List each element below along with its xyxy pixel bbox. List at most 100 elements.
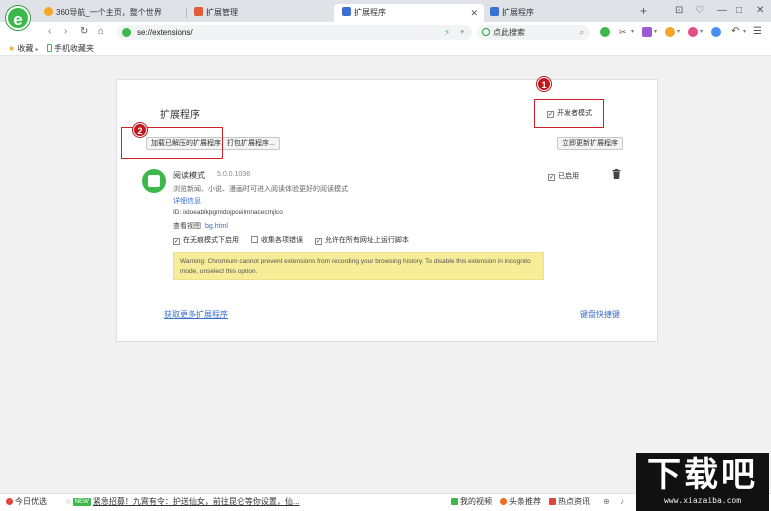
headlines-label: 头条推荐 [509, 497, 541, 506]
chevron-down-icon[interactable]: ▾ [631, 28, 634, 35]
collect-errors-checkbox[interactable] [250, 236, 258, 243]
tab-label: 扩展程序 [354, 8, 386, 17]
bookmark-mobile[interactable]: 手机收藏夹 [47, 42, 94, 56]
tab-extension-manager[interactable]: 扩展管理 [194, 4, 324, 22]
close-tab-icon[interactable]: ✕ [470, 4, 478, 22]
safety-icon[interactable] [600, 27, 610, 37]
heart-icon [6, 498, 13, 505]
minimize-icon[interactable]: — [717, 4, 727, 18]
gift-icon[interactable] [665, 27, 675, 37]
phone-icon [47, 44, 52, 52]
news-ticker[interactable]: ○ NEW 紧急招募！九霄有令：护送仙女，前往昆仑等你设置，仙... [66, 494, 300, 510]
extension-version: 5.0.0.1036 [217, 171, 251, 178]
hot-news[interactable]: 热点资讯 [549, 494, 590, 510]
puzzle-icon [490, 7, 499, 16]
option-label: 允许在所有网址上运行脚本 [324, 237, 409, 244]
home-icon[interactable]: ⌂ [98, 25, 104, 39]
search-box[interactable]: 点此搜索 ⌕ [477, 25, 590, 40]
game-icon[interactable] [688, 27, 698, 37]
annotation-marker-1: 1 [537, 77, 551, 91]
close-window-icon[interactable]: ✕ [756, 4, 764, 18]
today-picks[interactable]: 今日优选 [6, 494, 47, 510]
today-picks-label: 今日优选 [15, 497, 47, 506]
puzzle-icon [342, 7, 351, 16]
keyboard-shortcuts-link[interactable]: 键盘快捷键 [580, 309, 620, 320]
translate-icon[interactable] [711, 27, 721, 37]
back-icon[interactable]: ‹ [48, 25, 51, 39]
grid-icon [194, 7, 203, 16]
get-more-extensions-link[interactable]: 获取更多扩展程序 [164, 309, 228, 320]
extension-id: ID: iidoeablkpgmldojpceilmnacecmjlco [173, 209, 283, 216]
speaker-icon[interactable]: ♪ [620, 494, 624, 510]
maximize-icon[interactable]: □ [736, 4, 742, 18]
chevron-down-icon[interactable]: ▾ [460, 25, 464, 40]
chevron-down-icon[interactable]: ▾ [654, 28, 657, 35]
tab-strip: e 360导航_一个主页，整个世界 扩展管理 扩展程序 ✕ 扩展程序 + ⊡ ♡… [0, 0, 771, 30]
update-extensions-button[interactable]: 立即更新扩展程序 [557, 137, 623, 150]
news-text: 紧急招募！九霄有令：护送仙女，前往昆仑等你设置，仙... [92, 497, 300, 506]
option-collect-errors[interactable]: 收集各项错误 [250, 235, 303, 245]
chevron-down-icon[interactable]: ▾ [700, 28, 703, 35]
extension-views: 查看视图 bg.html [173, 221, 228, 231]
tab-360-nav[interactable]: 360导航_一个主页，整个世界 [44, 4, 178, 22]
navigation-bar: ‹ › ↻ ⌂ se://extensions/ ⚡ ▾ 点此搜索 ⌕ ✂ ▾ … [0, 22, 771, 42]
tab-label: 360导航_一个主页，整个世界 [56, 8, 162, 17]
views-link[interactable]: bg.html [205, 223, 228, 230]
extension-options: 在无痕模式下启用 收集各项错误 允许在所有网址上运行脚本 [173, 235, 419, 245]
my-video[interactable]: 我的视频 [451, 494, 492, 510]
menu-icon[interactable]: ☰ [753, 27, 763, 37]
bookmark-favorites[interactable]: ★ 收藏 ▸ [8, 42, 39, 57]
trash-icon[interactable] [612, 169, 621, 179]
tab-extensions[interactable]: 扩展程序 [490, 4, 620, 22]
annotation-box-1 [534, 99, 604, 128]
bookmark-label: 收藏 [17, 44, 34, 53]
chevron-down-icon[interactable]: ▾ [743, 28, 746, 35]
tab-extensions-active[interactable]: 扩展程序 ✕ [334, 4, 484, 22]
pack-extension-button[interactable]: 打包扩展程序... [222, 137, 280, 150]
search-engine-icon [482, 28, 490, 36]
extension-details-link[interactable]: 详细信息 [173, 196, 201, 206]
undo-icon[interactable]: ↶ [731, 27, 741, 37]
option-all-urls[interactable]: 允许在所有网址上运行脚本 [314, 235, 409, 245]
watermark-title: 下载吧 [647, 455, 758, 495]
address-url[interactable]: se://extensions/ [137, 25, 193, 40]
extension-icon [142, 169, 166, 193]
tab-360-icon [44, 7, 53, 16]
chevron-down-icon[interactable]: ▾ [677, 28, 680, 35]
browser-logo-icon[interactable]: e [6, 6, 30, 30]
refresh-icon[interactable]: ↻ [80, 25, 88, 39]
page-title: 扩展程序 [160, 110, 200, 121]
extensions-card: 扩展程序 开发者模式 加载已解压的扩展程序... 打包扩展程序... 立即更新扩… [116, 77, 658, 342]
watermark-url: www.xiazaiba.com [663, 496, 742, 505]
search-icon[interactable]: ⌕ [580, 25, 584, 40]
headline-recommend[interactable]: 头条推荐 [500, 494, 541, 510]
option-incognito[interactable]: 在无痕模式下启用 [173, 235, 239, 245]
skin-icon[interactable]: ♡ [695, 4, 704, 18]
address-bar[interactable]: se://extensions/ ⚡ ▾ [117, 25, 472, 40]
extension-name: 阅读模式 [173, 171, 205, 180]
video-icon [451, 498, 458, 505]
tab-label: 扩展程序 [502, 8, 534, 17]
news-icon [549, 498, 556, 505]
new-tab-button[interactable]: + [640, 4, 647, 18]
annotation-marker-2: 2 [133, 123, 147, 137]
incognito-warning: Warning: Chromium cannot prevent extensi… [173, 252, 544, 280]
app-icon[interactable] [642, 27, 652, 37]
enabled-checkbox[interactable] [548, 174, 555, 181]
search-placeholder[interactable]: 点此搜索 [493, 25, 525, 40]
security-shield-icon [122, 28, 131, 37]
hot-news-label: 热点资讯 [558, 497, 590, 506]
star-icon: ★ [8, 44, 16, 53]
views-label: 查看视图 [173, 223, 201, 230]
watermark-logo: 下载吧 www.xiazaiba.com [636, 453, 769, 511]
settings-icon[interactable]: ⊕ [603, 494, 610, 510]
forward-icon[interactable]: › [64, 25, 67, 39]
bookmarks-bar: ★ 收藏 ▸ 手机收藏夹 [0, 42, 771, 56]
incognito-checkbox[interactable] [173, 238, 180, 245]
scissors-icon[interactable]: ✂ [619, 27, 629, 37]
lightning-icon[interactable]: ⚡ [444, 25, 450, 40]
extension-enabled-toggle[interactable]: 已启用 [548, 171, 579, 181]
tab-list-icon[interactable]: ⊡ [675, 4, 683, 18]
all-urls-checkbox[interactable] [314, 238, 322, 245]
chevron-down-icon: ▸ [35, 47, 39, 53]
